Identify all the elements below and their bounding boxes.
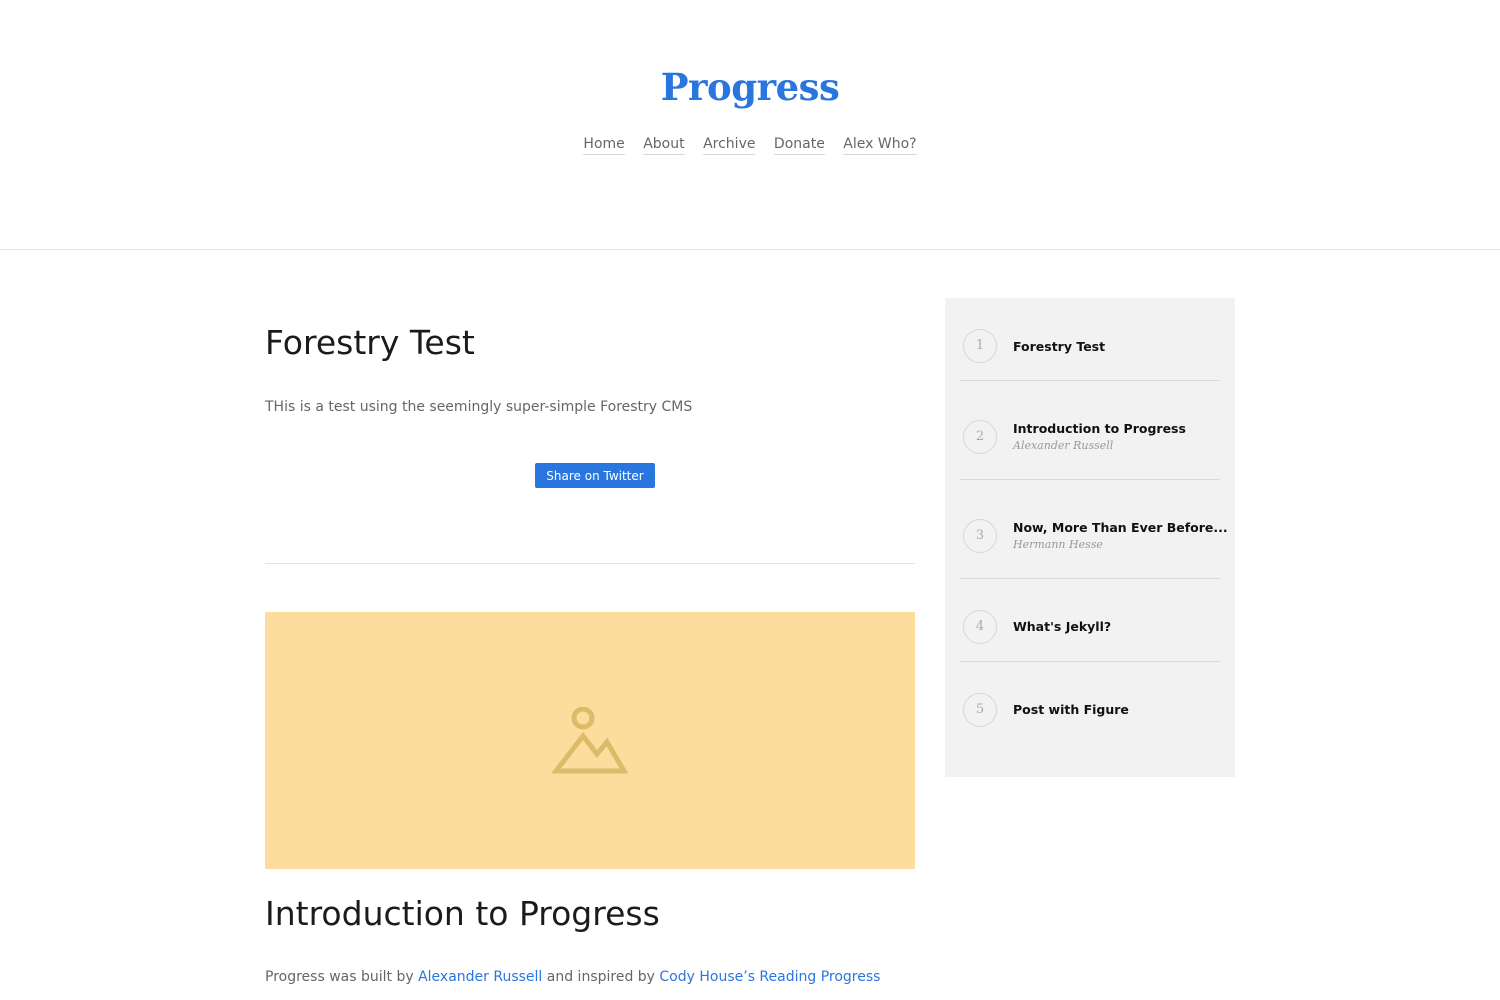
item-title[interactable]: Forestry Test: [1013, 339, 1105, 355]
item-title[interactable]: Now, More Than Ever Before...: [1013, 520, 1228, 536]
item-title[interactable]: Post with Figure: [1013, 702, 1129, 718]
item-author: Hermann Hesse: [1013, 538, 1103, 551]
author-link[interactable]: Alexander Russell: [418, 969, 542, 985]
item-title[interactable]: Introduction to Progress: [1013, 421, 1186, 437]
sidebar-post-list: 1 Forestry Test 2 Introduction to Progre…: [945, 298, 1235, 777]
item-number: 2: [963, 420, 997, 454]
nav-archive[interactable]: Archive: [703, 134, 756, 155]
site-header: Progress Home About Archive Donate Alex …: [0, 0, 1500, 250]
post-title[interactable]: Introduction to Progress: [265, 893, 915, 935]
nav-about[interactable]: About: [643, 134, 685, 155]
nav-home[interactable]: Home: [583, 134, 625, 155]
post-hero-image[interactable]: [265, 612, 915, 869]
divider: [960, 380, 1220, 381]
divider: [960, 479, 1220, 480]
main-nav: Home About Archive Donate Alex Who?: [0, 134, 1500, 155]
post-body: Progress was built by Alexander Russell …: [265, 966, 885, 988]
post-divider: [265, 563, 915, 564]
divider: [960, 578, 1220, 579]
post-body-text: and inspired by: [542, 969, 660, 985]
item-number: 4: [963, 610, 997, 644]
image-placeholder-icon: [552, 706, 628, 773]
post-excerpt: THis is a test using the seemingly super…: [265, 399, 693, 415]
item-title[interactable]: What's Jekyll?: [1013, 619, 1111, 635]
nav-donate[interactable]: Donate: [773, 134, 825, 155]
item-number: 1: [963, 329, 997, 363]
post-body-text: Progress was built by: [265, 969, 419, 985]
item-number: 3: [963, 519, 997, 553]
site-title[interactable]: Progress: [0, 62, 1500, 112]
item-number: 5: [963, 693, 997, 727]
nav-alex-who[interactable]: Alex Who?: [843, 134, 917, 155]
divider: [960, 661, 1220, 662]
reference-link[interactable]: Cody House’s Reading Progress: [659, 969, 880, 985]
item-author: Alexander Russell: [1013, 439, 1114, 452]
share-on-twitter-button[interactable]: Share on Twitter: [535, 463, 655, 488]
post-title[interactable]: Forestry Test: [265, 322, 915, 364]
